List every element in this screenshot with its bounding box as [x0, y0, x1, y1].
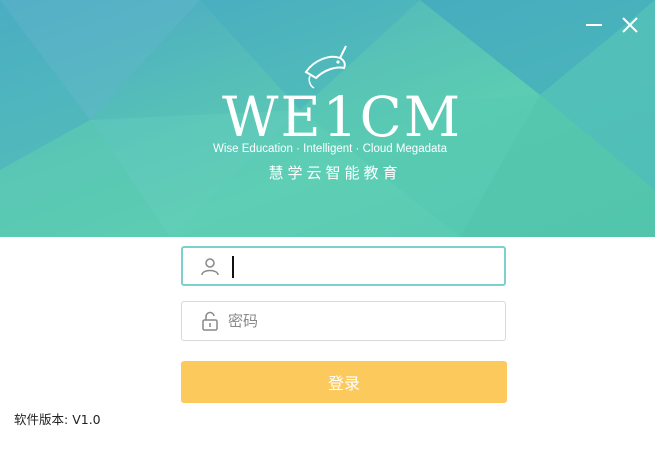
username-input[interactable]: [229, 248, 494, 284]
app-logo: WE1CM Wise Education · Intelligent · Clo…: [200, 40, 460, 190]
version-value: V1.0: [72, 412, 101, 427]
version-label: 软件版本:: [14, 412, 69, 427]
logo-wordmark: WE1CM: [222, 85, 463, 149]
user-icon: [201, 258, 219, 276]
login-button[interactable]: 登录: [181, 361, 507, 403]
password-input[interactable]: [228, 302, 493, 340]
close-button[interactable]: [619, 14, 641, 36]
version-info: 软件版本: V1.0: [14, 409, 101, 428]
password-field[interactable]: [181, 301, 506, 341]
close-icon: [622, 17, 638, 33]
logo-slogan: 慧学云智能教育: [268, 164, 402, 182]
fish-logo-icon: [304, 45, 347, 89]
text-cursor: [232, 256, 234, 278]
minimize-icon: [586, 24, 602, 26]
header-banner: WE1CM Wise Education · Intelligent · Clo…: [0, 0, 655, 237]
login-window: WE1CM Wise Education · Intelligent · Clo…: [0, 0, 655, 452]
minimize-button[interactable]: [583, 14, 605, 36]
logo-tagline: Wise Education · Intelligent · Cloud Meg…: [213, 143, 447, 155]
lock-icon: [202, 311, 218, 331]
username-field[interactable]: [181, 246, 506, 286]
